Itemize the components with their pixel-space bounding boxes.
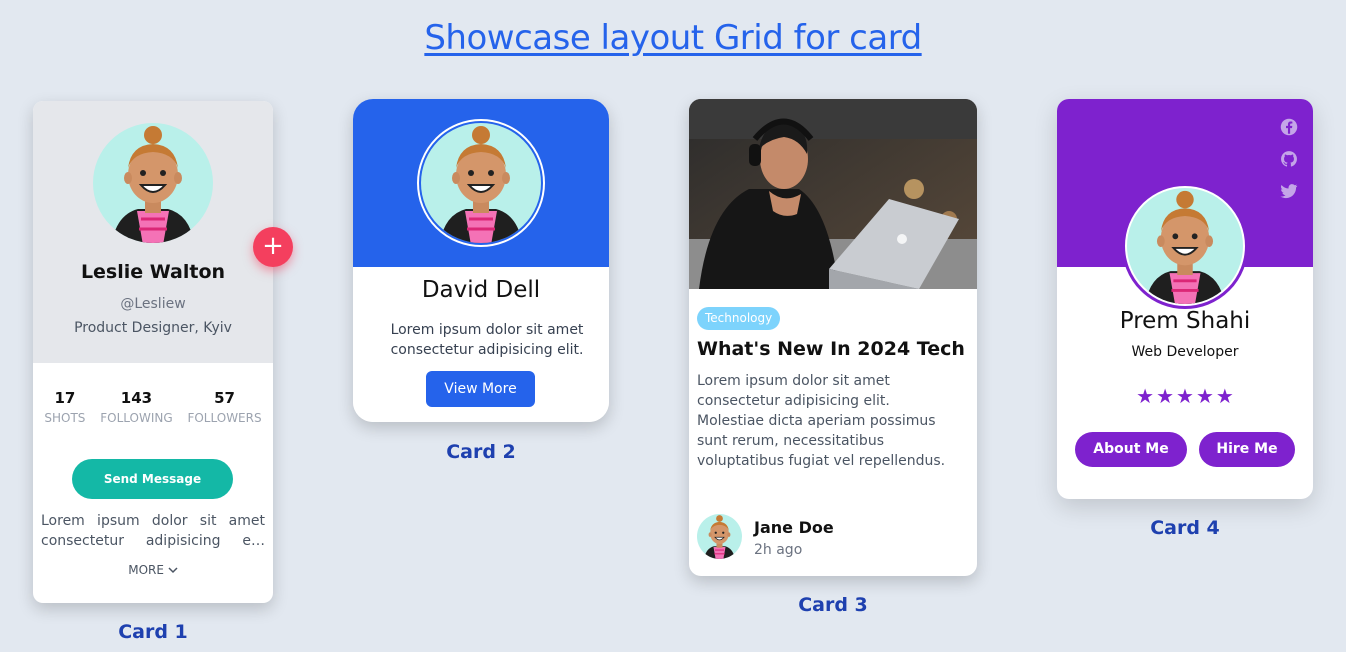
stat-value: 57: [214, 389, 235, 407]
article-photo: [689, 99, 977, 289]
avatar: [93, 123, 213, 243]
profile-name: Leslie Walton: [80, 261, 226, 283]
star-icon: ★: [1156, 384, 1175, 408]
more-label: MORE: [128, 563, 164, 577]
star-icon: ★: [1215, 384, 1234, 408]
card1-caption: Card 1: [118, 621, 188, 643]
twitter-icon[interactable]: [1280, 182, 1298, 200]
article-title[interactable]: What's New In 2024 Tech: [697, 338, 965, 360]
view-more-button[interactable]: View More: [426, 371, 535, 407]
profile-role: Web Developer: [1131, 344, 1239, 360]
card1-header: Leslie Walton @Lesliew Product Designer,…: [33, 101, 273, 363]
star-icon: ★: [1136, 384, 1155, 408]
stat-shots: 17 SHOTS: [44, 389, 85, 425]
article-body: Lorem ipsum dolor sit amet consectetur a…: [697, 373, 946, 469]
stat-value: 17: [54, 389, 76, 407]
avatar-ring: [417, 119, 545, 247]
hire-me-button[interactable]: Hire Me: [1199, 432, 1295, 467]
blog-card: Technology What's New In 2024 Tech Lorem…: [689, 99, 977, 576]
more-toggle[interactable]: MORE: [33, 563, 273, 577]
star-rating: ★ ★ ★ ★ ★: [1057, 384, 1313, 408]
stat-label: FOLLOWERS: [187, 411, 262, 425]
about-me-button[interactable]: About Me: [1075, 432, 1187, 467]
author-avatar: [697, 514, 742, 559]
profile-handle: @Lesliew: [120, 296, 186, 312]
avatar: [421, 123, 541, 243]
profile-role: Product Designer, Kyiv: [74, 320, 232, 336]
chevron-down-icon: [168, 567, 178, 574]
avatar: [1127, 188, 1243, 304]
star-icon: ★: [1195, 384, 1214, 408]
add-button[interactable]: +: [253, 227, 293, 267]
profile-card-2: David Dell Lorem ipsum dolor sit amet co…: [353, 99, 609, 422]
profile-name: Prem Shahi: [1119, 308, 1251, 334]
author-name: Jane Doe: [754, 518, 834, 537]
profile-name: David Dell: [421, 277, 541, 303]
card3-caption: Card 3: [798, 594, 868, 616]
profile-description: Lorem ipsum dolor sit amet consectetur a…: [390, 322, 584, 358]
post-time: 2h ago: [754, 542, 803, 558]
page-title[interactable]: Showcase layout Grid for card: [0, 18, 1346, 58]
avatar-ring: [1122, 183, 1248, 309]
facebook-icon[interactable]: [1280, 118, 1298, 136]
stat-label: FOLLOWING: [100, 411, 173, 425]
card2-caption: Card 2: [446, 441, 516, 463]
category-tag[interactable]: Technology: [697, 307, 781, 330]
profile-card-1: Leslie Walton @Lesliew Product Designer,…: [33, 101, 293, 603]
stats-row: 17 SHOTS 143 FOLLOWING 57 FOLLOWERS: [33, 389, 273, 425]
send-message-button[interactable]: Send Message: [72, 459, 233, 499]
profile-card-4: Prem Shahi Web Developer ★ ★ ★ ★ ★ About Me …: [1057, 99, 1313, 499]
stat-followers: 57 FOLLOWERS: [187, 389, 261, 425]
stat-value: 143: [120, 389, 153, 407]
stat-label: SHOTS: [44, 411, 86, 425]
profile-description: Lorem ipsum dolor sit amet consectetur a…: [41, 513, 265, 549]
star-icon: ★: [1176, 384, 1194, 408]
card4-caption: Card 4: [1150, 517, 1220, 539]
github-icon[interactable]: [1280, 150, 1298, 168]
stat-following: 143 FOLLOWING: [100, 389, 172, 425]
